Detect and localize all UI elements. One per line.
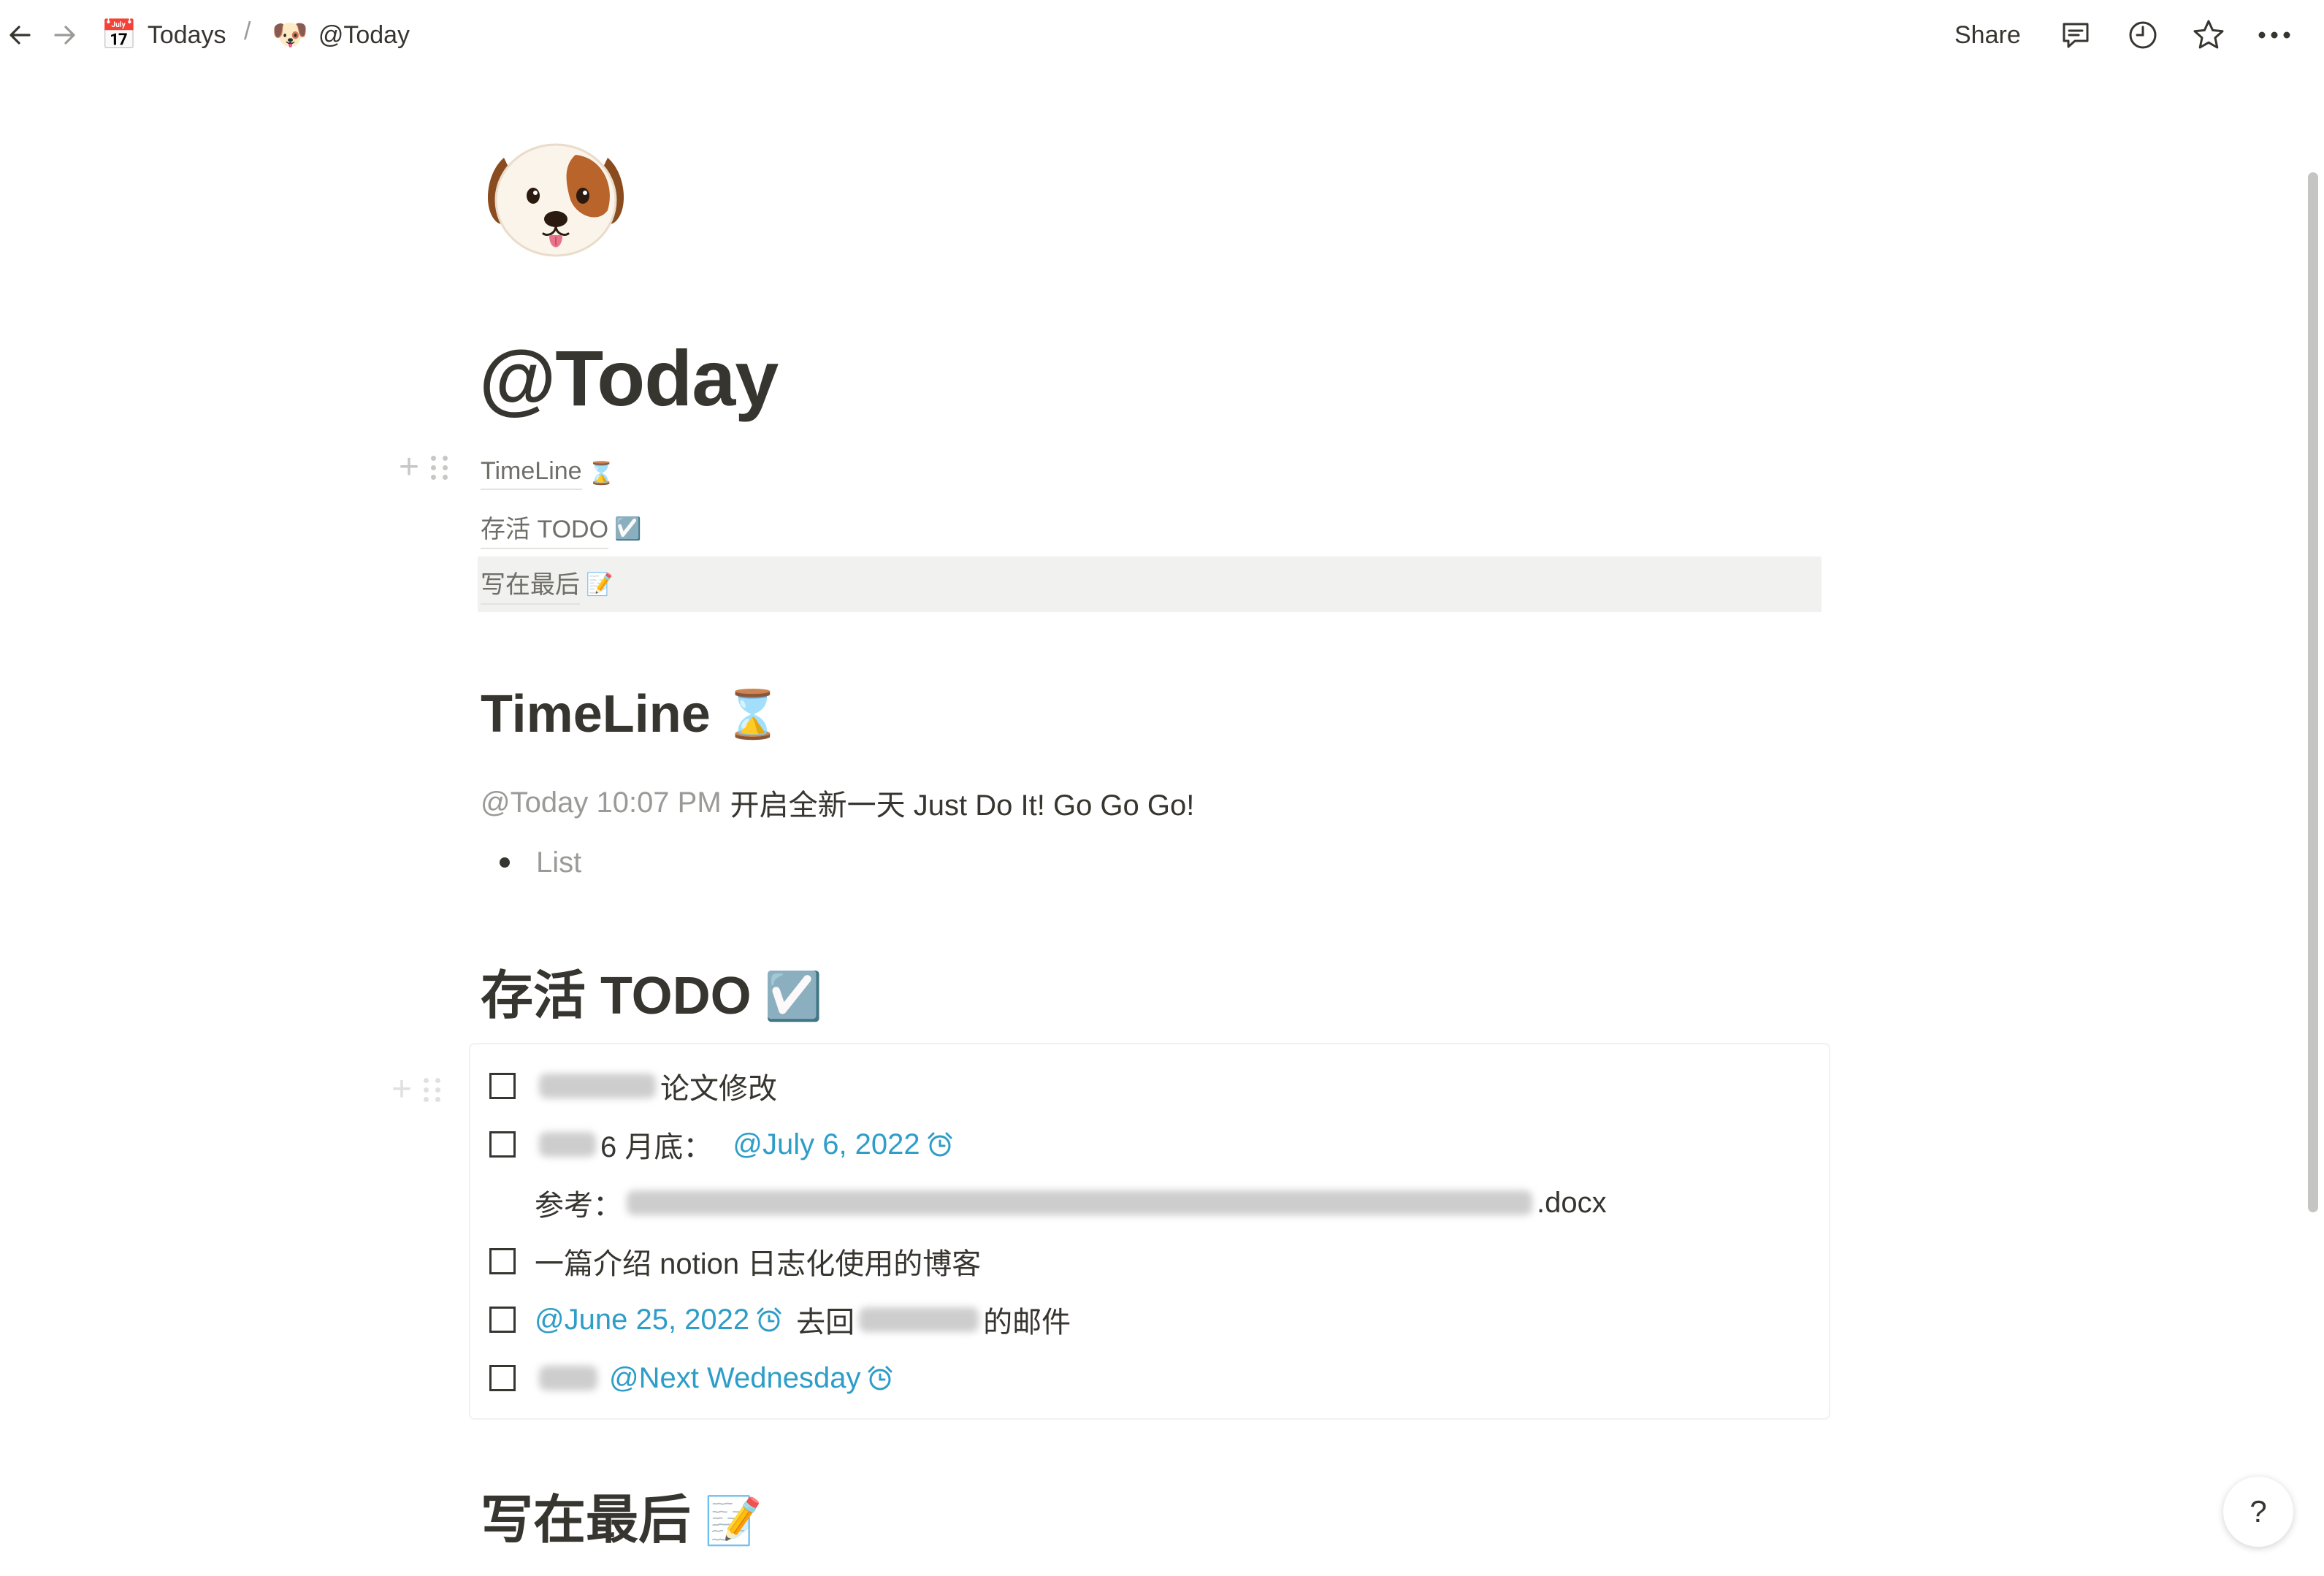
hourglass-icon: ⌛	[587, 461, 615, 486]
timeline-entry-text: 开启全新一天 Just Do It! Go Go Go!	[730, 789, 1195, 822]
checkbox-icon: ☑️	[764, 970, 823, 1022]
dog-icon: 🐶	[272, 19, 308, 51]
heading-text: 存活 TODO	[481, 967, 752, 1025]
block-handle: +	[387, 1072, 441, 1107]
todo-text: 的邮件	[983, 1307, 1071, 1339]
heading-closing[interactable]: 写在最后 📝	[481, 1485, 762, 1556]
date-mention[interactable]: @July 6, 2022	[733, 1128, 920, 1161]
more-icon[interactable]	[2254, 15, 2295, 56]
breadcrumb-item-todays[interactable]: 📅 Todays	[101, 15, 226, 56]
checkbox-icon: ☑️	[614, 516, 642, 541]
redacted-text	[539, 1366, 597, 1391]
todo-checkbox[interactable]	[489, 1307, 516, 1333]
alarm-clock-icon	[925, 1129, 955, 1160]
comment-icon[interactable]	[2055, 15, 2096, 56]
toc-label: 存活 TODO	[481, 509, 609, 549]
share-button[interactable]: Share	[1954, 15, 2021, 56]
todo-text: 一篇介绍 notion 日志化使用的博客	[535, 1248, 982, 1280]
memo-icon: 📝	[704, 1494, 762, 1547]
heading-text: 写在最后	[481, 1491, 692, 1550]
alarm-clock-icon	[865, 1363, 895, 1393]
time-mention[interactable]: @Today 10:07 PM	[481, 787, 722, 819]
breadcrumb-separator: /	[244, 18, 251, 45]
todo-item[interactable]: 论文修改	[489, 1060, 777, 1112]
redacted-text	[859, 1307, 979, 1332]
todo-checkbox[interactable]	[489, 1365, 516, 1391]
memo-icon: 📝	[586, 572, 614, 597]
toc-label: TimeLine	[481, 457, 582, 490]
toc-item-timeline[interactable]: TimeLine ⌛	[478, 445, 1822, 501]
timeline-entry[interactable]: @Today 10:07 PM 开启全新一天 Just Do It! Go Go…	[481, 777, 1194, 828]
bullet-icon	[500, 857, 510, 868]
block-handle: +	[394, 450, 448, 485]
star-icon[interactable]	[2188, 15, 2229, 56]
add-block-icon[interactable]: +	[387, 1072, 416, 1107]
todo-item[interactable]: 一篇介绍 notion 日志化使用的博客	[489, 1236, 981, 1287]
todo-text: 6 月底：	[600, 1131, 713, 1163]
redacted-text	[539, 1074, 656, 1098]
scrollbar[interactable]	[2308, 172, 2318, 1212]
bullet-list-item[interactable]: List	[481, 837, 581, 888]
breadcrumb-item-today[interactable]: 🐶 @Today	[272, 15, 410, 56]
calendar-icon: 📅	[101, 19, 137, 51]
redacted-text	[539, 1132, 596, 1157]
todo-text: 论文修改	[660, 1073, 777, 1105]
drag-handle-icon[interactable]	[424, 1075, 441, 1104]
toc-item-closing[interactable]: 写在最后 📝	[478, 556, 1822, 612]
scrollbar-thumb[interactable]	[2308, 172, 2318, 1212]
date-mention[interactable]: @June 25, 2022	[535, 1304, 749, 1336]
list-placeholder: List	[536, 846, 582, 879]
forward-arrow-icon[interactable]	[45, 16, 83, 54]
heading-todo[interactable]: 存活 TODO ☑️	[481, 961, 822, 1031]
back-arrow-icon[interactable]	[1, 16, 39, 54]
todo-checkbox[interactable]	[489, 1131, 516, 1158]
alarm-clock-icon	[754, 1304, 784, 1335]
reference-suffix: .docx	[1537, 1186, 1607, 1219]
todo-item[interactable]: 6 月底： @July 6, 2022	[489, 1119, 955, 1170]
drag-handle-icon[interactable]	[431, 453, 448, 482]
page-title[interactable]: @Today	[479, 327, 779, 429]
hourglass-icon: ⌛	[723, 688, 782, 741]
todo-checkbox[interactable]	[489, 1248, 516, 1274]
todo-reference-line[interactable]: 参考： .docx	[535, 1177, 1607, 1228]
table-of-contents: TimeLine ⌛ 存活 TODO ☑️ 写在最后 📝	[478, 445, 1822, 612]
toc-item-todo[interactable]: 存活 TODO ☑️	[478, 501, 1822, 556]
add-block-icon[interactable]: +	[394, 450, 424, 485]
clock-icon[interactable]	[2122, 15, 2163, 56]
breadcrumb-label: Todays	[147, 20, 226, 49]
todo-item[interactable]: @June 25, 2022 去回 的邮件	[489, 1294, 1071, 1345]
heading-timeline[interactable]: TimeLine ⌛	[481, 679, 781, 749]
todo-text: 去回	[796, 1307, 855, 1339]
toc-label: 写在最后	[481, 565, 580, 605]
breadcrumb-label: @Today	[318, 20, 410, 49]
redacted-filename	[627, 1190, 1532, 1215]
date-mention[interactable]: @Next Wednesday	[609, 1362, 860, 1395]
reference-label: 参考：	[535, 1190, 622, 1222]
page-icon-dog[interactable]	[479, 129, 632, 267]
heading-text: TimeLine	[481, 685, 711, 743]
help-button[interactable]: ?	[2223, 1477, 2293, 1547]
todo-item[interactable]: @Next Wednesday	[489, 1353, 895, 1404]
top-bar: 📅 Todays / 🐶 @Today Share	[0, 0, 2324, 70]
todo-checkbox[interactable]	[489, 1073, 516, 1099]
